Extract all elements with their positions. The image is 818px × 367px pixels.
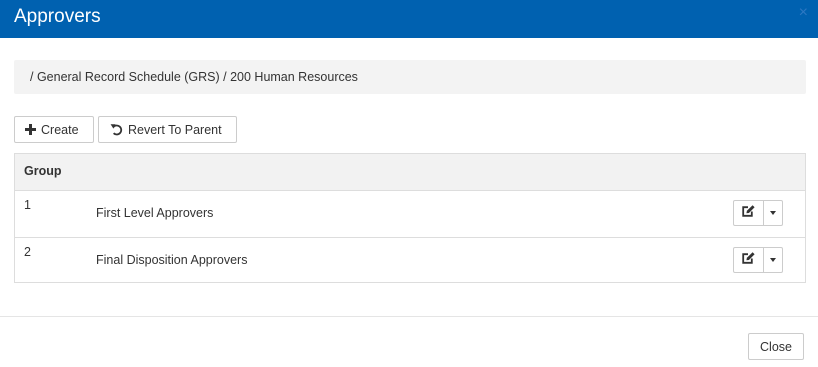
revert-to-parent-button[interactable]: Revert To Parent: [98, 116, 237, 143]
undo-icon: [110, 123, 123, 136]
revert-button-label: Revert To Parent: [128, 122, 222, 137]
caret-down-icon: [769, 211, 776, 215]
caret-down-icon: [769, 258, 776, 262]
create-button-label: Create: [41, 122, 79, 137]
edit-button[interactable]: [733, 247, 764, 273]
modal-title: Approvers: [14, 6, 101, 27]
actions-dropdown-button[interactable]: [763, 247, 783, 273]
plus-icon: [25, 124, 36, 135]
modal-header: Approvers ×: [0, 0, 818, 38]
actions-dropdown-button[interactable]: [763, 200, 783, 226]
close-icon[interactable]: ×: [799, 4, 808, 22]
approvers-modal: Approvers × / General Record Schedule (G…: [0, 0, 818, 367]
breadcrumb: / General Record Schedule (GRS) / 200 Hu…: [14, 60, 806, 94]
edit-button[interactable]: [733, 200, 764, 226]
edit-icon: [742, 204, 755, 222]
row-group-name: First Level Approvers: [96, 206, 214, 220]
row-actions: [733, 200, 783, 226]
edit-icon: [742, 251, 755, 269]
create-button[interactable]: Create: [14, 116, 94, 143]
close-button[interactable]: Close: [748, 333, 804, 360]
row-group-name: Final Disposition Approvers: [96, 253, 248, 267]
table-row: 2 Final Disposition Approvers: [15, 238, 805, 284]
column-header-group: Group: [24, 164, 62, 178]
approver-groups-table: Group 1 First Level Approvers 2 Final Di…: [14, 153, 806, 283]
table-row: 1 First Level Approvers: [15, 191, 805, 238]
row-actions: [733, 247, 783, 273]
breadcrumb-path: / General Record Schedule (GRS) / 200 Hu…: [30, 70, 358, 84]
row-number: 2: [24, 245, 31, 259]
row-number: 1: [24, 198, 31, 212]
footer-divider: [0, 316, 818, 317]
table-header: Group: [15, 154, 805, 191]
